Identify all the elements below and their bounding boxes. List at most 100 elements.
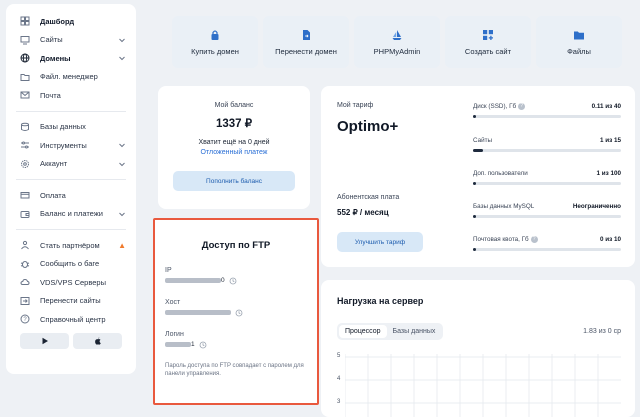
fee-label: Абонентская плата [337,194,400,201]
folder-icon [20,72,30,82]
apple-icon [94,336,101,345]
info-icon[interactable]: ? [530,236,538,243]
tariff-card: Мой тариф Optimo+ Абонентская плата 552 … [321,86,635,267]
stat-sites: Сайты 1 из 15 [473,137,621,152]
mail-icon [20,90,30,100]
sidebar-item-label: Дашборд [40,16,75,26]
copy-icon[interactable] [199,341,207,349]
chevron-down-icon [118,36,126,44]
sidebar-item-label: Стать партнёром [40,240,100,250]
stat-label: Почтовая квота, Гб [473,236,529,244]
partner-icon [20,240,30,250]
fire-icon: ▲ [118,240,126,250]
stat-value: 1 из 100 [596,170,621,177]
transfer-domain-button[interactable]: Перенести домен [263,16,349,68]
play-icon [42,337,48,344]
sidebar-item-domains[interactable]: Домены [6,49,136,68]
help-icon: ? [20,314,30,324]
usage-fill [473,149,483,152]
sailboat-icon [392,29,402,40]
wallet-icon [20,209,30,219]
files-label: Файлы [567,46,591,56]
sidebar-item-dashboard[interactable]: Дашборд [6,12,136,31]
ftp-host-value [165,308,307,317]
tariff-title: Мой тариф [337,102,374,109]
tab-cpu[interactable]: Процессор [339,325,387,338]
stat-mysql: Базы данных MySQL Неограниченно [473,203,621,218]
upgrade-tariff-button[interactable]: Улучшить тариф [337,232,423,252]
sidebar-item-mail[interactable]: Почта [6,86,136,105]
stat-label: Диск (SSD), Гб [473,103,517,111]
sidebar-item-label: Базы данных [40,122,86,132]
stat-disk: Диск (SSD), Гб? 0.11 из 40 [473,103,621,119]
gear-icon [20,159,30,169]
divider [16,229,126,230]
stat-value: Неограниченно [572,203,621,210]
sidebar-item-label: Домены [40,53,71,63]
stat-users: Доп. пользователи 1 из 100 [473,170,621,185]
sidebar-item-transfer-sites[interactable]: Перенести сайты [6,292,136,311]
usage-bar [473,115,621,119]
y-tick-label: 4 [337,376,341,382]
masked-value [165,310,231,315]
topup-balance-button[interactable]: Пополнить баланс [173,171,295,191]
stat-value: 0 из 10 [599,236,621,244]
phpmyadmin-button[interactable]: PHPMyAdmin [354,16,440,68]
ftp-ip-label: IP [165,267,172,274]
grid-plus-icon [483,29,493,40]
sidebar-item-help[interactable]: ? Справочный центр [6,310,136,329]
usage-fill [473,248,476,252]
sidebar-item-label: VDS/VPS Серверы [40,277,106,287]
buy-domain-button[interactable]: Купить домен [172,16,258,68]
load-chart-grid [345,354,621,417]
ftp-login-tail: 1 [191,341,195,348]
load-tabs: Процессор Базы данных [337,323,444,340]
sidebar-item-tools[interactable]: Инструменты [6,136,136,155]
app-store-button[interactable] [73,332,122,349]
sidebar-item-sites[interactable]: Сайты [6,31,136,50]
cloud-icon [20,277,30,287]
sidebar-item-file-manager[interactable]: Файл. менеджер [6,68,136,87]
google-play-button[interactable] [20,332,69,349]
ftp-access-card: Доступ по FTP IP 0 Хост Логин 1 Пароль д… [153,218,319,405]
dashboard-icon [20,16,30,26]
stat-label: Доп. пользователи [473,170,528,177]
deferred-payment-link[interactable]: Отложенный платеж [158,149,310,156]
usage-bar [473,248,621,252]
ftp-login-value: 1 [165,340,307,349]
load-summary: 1.83 из 0 ср [583,328,621,335]
divider [16,179,126,180]
sidebar-item-balance[interactable]: Баланс и платежи [6,205,136,224]
masked-value [165,278,221,283]
usage-fill [473,115,476,119]
phpmyadmin-label: PHPMyAdmin [373,46,421,56]
monitor-icon [20,35,30,45]
folder-icon [574,31,584,39]
sidebar-item-report-bug[interactable]: Сообщить о баге [6,255,136,274]
sidebar-item-account[interactable]: Аккаунт [6,155,136,174]
chevron-down-icon [118,210,126,218]
ftp-title: Доступ по FTP [201,240,271,251]
info-icon[interactable]: ? [518,103,526,110]
stat-value: 1 из 15 [599,137,621,144]
ftp-note: Пароль доступа по FTP совпадает с пароле… [165,363,304,377]
files-button[interactable]: Файлы [536,16,622,68]
tariff-name: Optimo+ [337,118,399,135]
sidebar: Дашборд Сайты Домены Файл. менеджер Почт… [6,4,136,374]
tab-databases[interactable]: Базы данных [387,325,442,338]
divider [16,110,126,112]
create-site-button[interactable]: Создать сайт [445,16,531,68]
server-load-card: Нагрузка на сервер Процессор Базы данных… [321,280,635,417]
buy-domain-label: Купить домен [191,46,239,56]
sidebar-item-payment[interactable]: Оплата [6,186,136,205]
sidebar-item-partner[interactable]: Стать партнёром ▲ [6,236,136,255]
stat-value: 0.11 из 40 [591,103,621,111]
balance-days: Хватит ещё на 0 дней [198,139,270,146]
stat-label: Базы данных MySQL [473,203,535,210]
sidebar-item-label: Аккаунт [40,159,68,169]
sidebar-item-vds[interactable]: VDS/VPS Серверы [6,273,136,292]
sidebar-item-databases[interactable]: Базы данных [6,118,136,137]
copy-icon[interactable] [229,277,237,285]
balance-amount: 1337 ₽ [215,118,253,130]
copy-icon[interactable] [235,309,243,317]
